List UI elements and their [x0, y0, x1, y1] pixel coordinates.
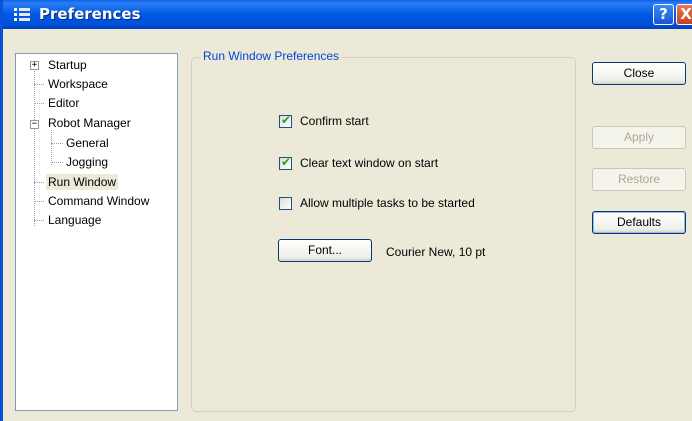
close-button[interactable]: Close	[592, 62, 686, 85]
help-button[interactable]: ?	[653, 4, 674, 25]
expand-icon[interactable]: +	[30, 61, 39, 70]
restore-button[interactable]: Restore	[592, 168, 686, 191]
tree-connector	[51, 162, 63, 163]
font-value: Courier New, 10 pt	[386, 245, 486, 259]
tree-item-editor[interactable]: Editor	[46, 95, 81, 111]
tree-item-workspace[interactable]: Workspace	[46, 76, 110, 92]
check-mark-icon: ✔	[281, 113, 292, 127]
tree-connector	[51, 130, 52, 165]
confirm-start-checkbox[interactable]: ✔	[279, 113, 292, 128]
tree-item-startup[interactable]: Startup	[46, 57, 89, 73]
clear-text-window-checkbox[interactable]: ✔	[279, 155, 292, 170]
apply-button[interactable]: Apply	[592, 126, 686, 149]
tree-item-jogging[interactable]: Jogging	[64, 154, 110, 170]
allow-multiple-tasks-label[interactable]: Allow multiple tasks to be started	[300, 196, 475, 210]
tree-connector	[34, 201, 44, 202]
close-window-button[interactable]: X	[676, 4, 692, 25]
tree-connector	[51, 143, 63, 144]
clear-text-window-label[interactable]: Clear text window on start	[300, 156, 438, 170]
group-title: Run Window Preferences	[200, 49, 343, 63]
tree-item-robot-manager[interactable]: Robot Manager	[46, 115, 133, 131]
collapse-icon[interactable]: −	[30, 120, 39, 129]
run-window-preferences-group	[191, 57, 576, 412]
tree-connector	[34, 182, 44, 183]
tree-connector	[34, 220, 44, 221]
tree-connector	[34, 103, 44, 104]
window-title: Preferences	[39, 5, 141, 23]
tree-connector	[34, 84, 44, 85]
confirm-start-label[interactable]: Confirm start	[300, 114, 369, 128]
defaults-button[interactable]: Defaults	[592, 211, 686, 234]
tree-item-run-window[interactable]: Run Window	[46, 174, 119, 190]
tree-item-language[interactable]: Language	[46, 212, 103, 228]
allow-multiple-tasks-checkbox[interactable]	[279, 197, 292, 210]
window-menu-icon[interactable]	[14, 8, 30, 22]
tree-item-command-window[interactable]: Command Window	[46, 193, 151, 209]
title-bar[interactable]: Preferences ? X	[3, 0, 692, 29]
check-mark-icon: ✔	[281, 155, 292, 169]
font-button[interactable]: Font...	[278, 239, 372, 262]
category-tree[interactable]: + Startup Workspace Editor − Robot Manag…	[15, 53, 178, 411]
tree-item-general[interactable]: General	[64, 135, 111, 151]
